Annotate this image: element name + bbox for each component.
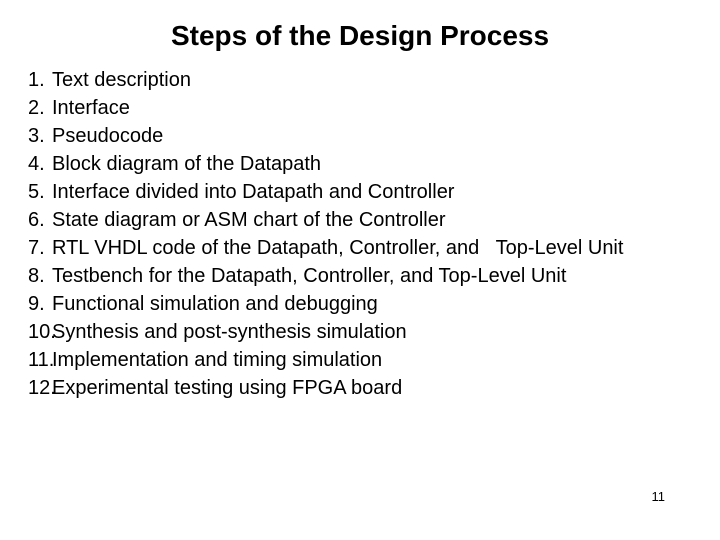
page-number: 11 [651, 489, 666, 504]
list-item-number: 5. [28, 181, 45, 203]
list-item: 7. RTL VHDL code of the Datapath, Contro… [0, 234, 700, 262]
list-item-number: 11. [28, 349, 55, 371]
list-item-number: 10. [28, 321, 56, 343]
list-item: 8. Testbench for the Datapath, Controlle… [0, 262, 700, 290]
list-item-text: Pseudocode [52, 125, 164, 147]
list-item: 10. Synthesis and post-synthesis simulat… [0, 318, 700, 346]
list-item-number: 4. [28, 153, 45, 175]
list-item-number: 6. [28, 209, 45, 231]
list-item-text: Text description [52, 69, 191, 91]
list-item: 11. Implementation and timing simulation [0, 346, 700, 374]
list-item-number: 2. [28, 97, 45, 119]
list-item: 12. Experimental testing using FPGA boar… [0, 374, 700, 402]
list-item: 1. Text description [0, 66, 700, 94]
list-item-text: Synthesis and post-synthesis simulation [52, 321, 407, 343]
list-item-number: 9. [28, 293, 45, 315]
list-item-text: Interface divided into Datapath and Cont… [52, 181, 455, 203]
design-process-step-list: 1. Text description 2. Interface 3. Pseu… [0, 66, 700, 402]
list-item-number: 3. [28, 125, 45, 147]
list-item-text: Functional simulation and debugging [52, 293, 378, 315]
list-item-text: Testbench for the Datapath, Controller, … [52, 265, 567, 287]
list-item-text: State diagram or ASM chart of the Contro… [52, 209, 446, 231]
list-item: 6. State diagram or ASM chart of the Con… [0, 206, 700, 234]
slide: Steps of the Design Process 1. Text desc… [0, 0, 720, 540]
list-item-number: 1. [28, 69, 45, 91]
list-item: 9. Functional simulation and debugging [0, 290, 700, 318]
list-item-number: 7. [28, 237, 45, 259]
list-item-text: Interface [52, 97, 130, 119]
list-item-text: RTL VHDL code of the Datapath, Controlle… [52, 237, 624, 259]
list-item-text: Experimental testing using FPGA board [52, 377, 403, 399]
list-item-text: Implementation and timing simulation [52, 349, 383, 371]
list-item: 2. Interface [0, 94, 700, 122]
list-item-number: 12. [28, 377, 56, 399]
list-item-text: Block diagram of the Datapath [52, 153, 322, 175]
page-title: Steps of the Design Process [170, 20, 550, 51]
list-item: 5. Interface divided into Datapath and C… [0, 178, 700, 206]
list-item: 3. Pseudocode [0, 122, 700, 150]
list-item: 4. Block diagram of the Datapath [0, 150, 700, 178]
list-item-number: 8. [28, 265, 45, 287]
